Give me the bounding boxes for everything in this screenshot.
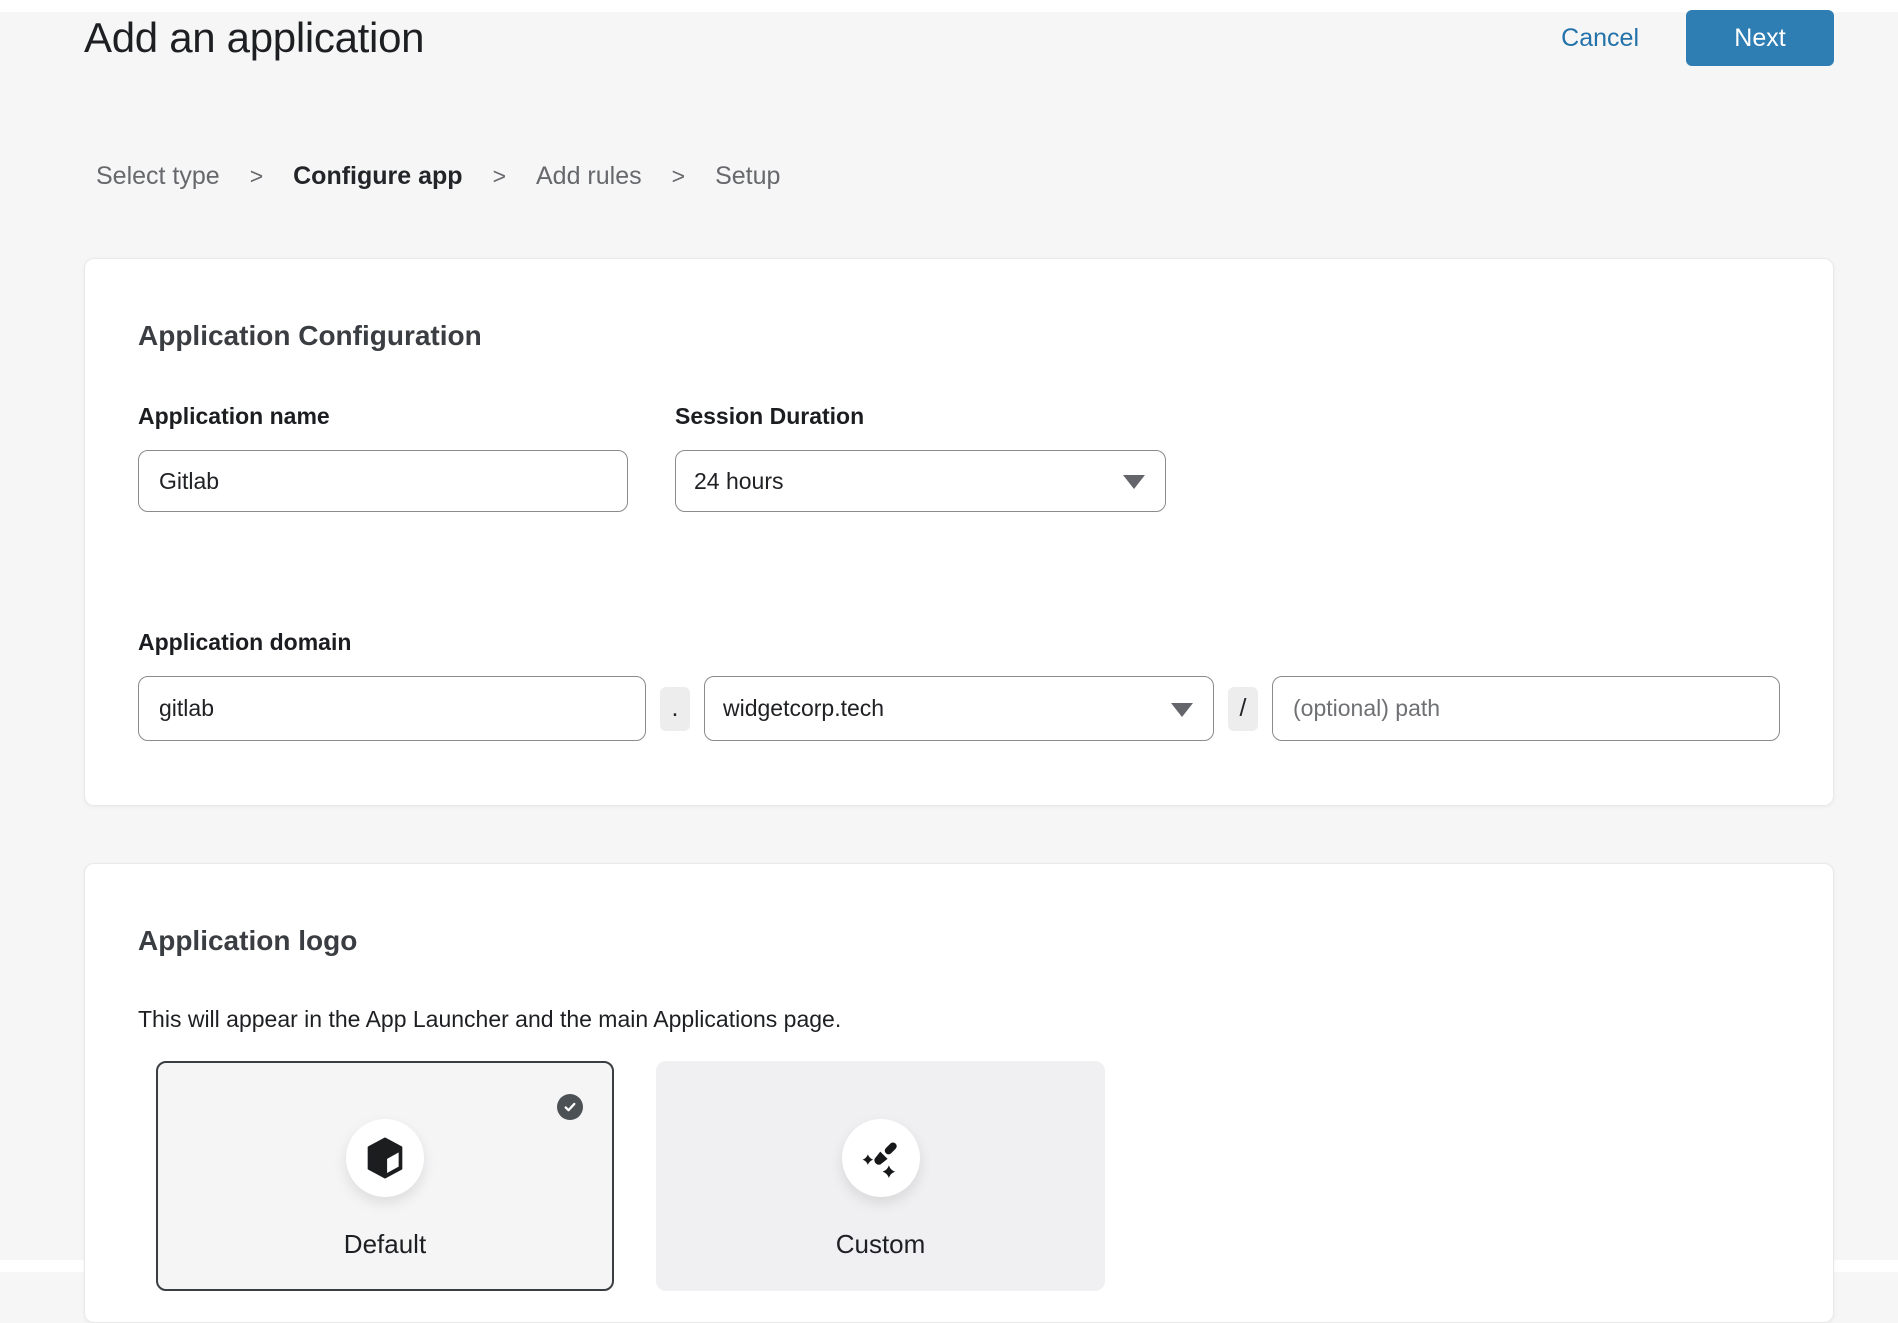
path-input[interactable] (1272, 676, 1780, 741)
session-duration-field-group: Session Duration 24 hours (675, 403, 1166, 512)
name-session-row: Application name Session Duration 24 hou… (138, 403, 1780, 512)
next-button[interactable]: Next (1686, 10, 1834, 66)
domain-select[interactable]: widgetcorp.tech (704, 676, 1214, 741)
subdomain-input[interactable] (138, 676, 646, 741)
dot-separator-badge: . (660, 687, 690, 731)
logo-option-label: Default (344, 1229, 426, 1259)
breadcrumb-step-configure-app[interactable]: Configure app (293, 162, 462, 191)
cancel-button[interactable]: Cancel (1561, 24, 1639, 53)
application-name-input[interactable] (138, 450, 628, 512)
slash-separator-badge: / (1228, 687, 1258, 731)
domain-select-value: widgetcorp.tech (723, 695, 884, 722)
paintbrush-icon (860, 1137, 902, 1179)
logo-option-tiles: Default Custom (156, 1061, 1780, 1291)
breadcrumb-separator: > (672, 163, 685, 190)
check-icon (562, 1099, 578, 1115)
application-configuration-card: Application Configuration Application na… (84, 258, 1834, 806)
breadcrumb-separator: > (250, 163, 263, 190)
page-title: Add an application (84, 14, 1561, 62)
breadcrumb-step-add-rules[interactable]: Add rules (536, 162, 642, 191)
breadcrumb-step-select-type[interactable]: Select type (96, 162, 220, 191)
application-domain-label: Application domain (138, 629, 1780, 655)
application-logo-description: This will appear in the App Launcher and… (138, 1006, 1780, 1033)
chevron-down-icon (1171, 703, 1193, 717)
default-logo-circle (346, 1119, 424, 1197)
logo-option-label: Custom (836, 1229, 926, 1259)
session-duration-label: Session Duration (675, 403, 1166, 429)
page-header: Add an application Cancel Next (0, 0, 1898, 66)
application-name-label: Application name (138, 403, 628, 429)
breadcrumb-step-setup[interactable]: Setup (715, 162, 780, 191)
application-name-field-group: Application name (138, 403, 628, 512)
breadcrumb: Select type > Configure app > Add rules … (96, 162, 1898, 191)
logo-option-default[interactable]: Default (156, 1061, 614, 1291)
session-duration-select[interactable]: 24 hours (675, 450, 1166, 512)
chevron-down-icon (1123, 475, 1145, 489)
add-application-page: Add an application Cancel Next Select ty… (0, 0, 1898, 1260)
application-logo-heading: Application logo (138, 864, 1780, 958)
session-duration-value: 24 hours (694, 468, 784, 495)
breadcrumb-separator: > (493, 163, 506, 190)
application-logo-card: Application logo This will appear in the… (84, 863, 1834, 1323)
selected-check-badge (557, 1094, 583, 1120)
application-domain-row: . widgetcorp.tech / (138, 676, 1780, 741)
logo-option-custom[interactable]: Custom (656, 1061, 1105, 1291)
application-configuration-heading: Application Configuration (138, 259, 1780, 353)
cube-icon (366, 1137, 404, 1179)
custom-logo-circle (842, 1119, 920, 1197)
